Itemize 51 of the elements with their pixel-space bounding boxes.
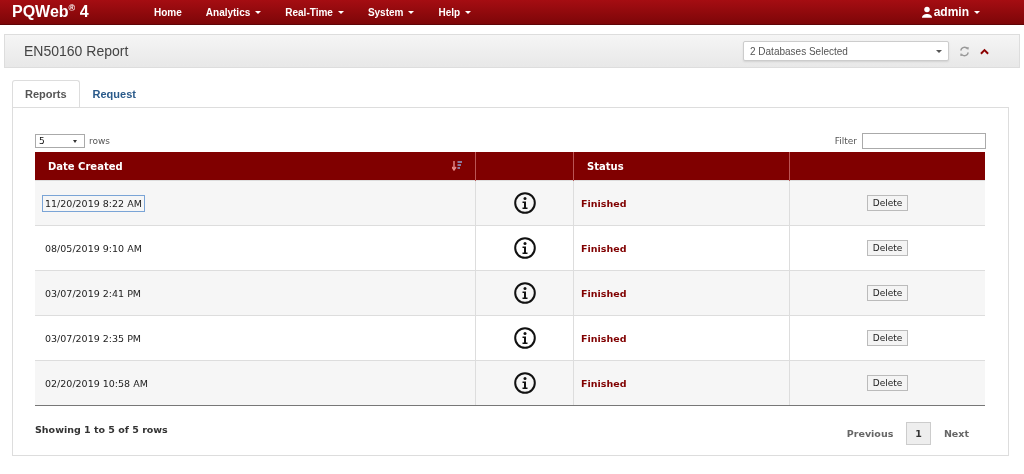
status-text: Finished — [581, 197, 627, 209]
database-select[interactable]: 2 Databases Selected — [743, 41, 949, 61]
info-icon[interactable] — [513, 372, 536, 394]
row-summary: Showing 1 to 5 of 5 rows — [35, 424, 168, 435]
delete-button[interactable]: Delete — [866, 285, 909, 301]
delete-button[interactable]: Delete — [866, 330, 909, 346]
status-text: Finished — [581, 287, 627, 299]
date-cell-text: 03/07/2019 2:35 PM — [44, 331, 143, 346]
collapse-icon[interactable] — [980, 47, 989, 55]
menu-item[interactable]: System — [355, 6, 427, 18]
user-menu[interactable]: admin — [913, 5, 988, 19]
status-text: Finished — [581, 242, 627, 254]
menu-item[interactable]: Help — [426, 6, 484, 18]
caret-icon — [408, 10, 415, 14]
tab[interactable]: Request — [79, 80, 149, 107]
caret-icon — [337, 10, 344, 14]
menu-item[interactable]: Analytics — [193, 6, 274, 18]
rows-label: rows — [89, 136, 111, 146]
date-cell: 11/20/2019 8:22 AM — [42, 194, 145, 212]
column-header[interactable]: Status — [573, 152, 790, 181]
page-link[interactable]: 1 — [906, 422, 931, 445]
tab[interactable]: Reports — [12, 80, 80, 107]
filter-label: Filter — [834, 136, 857, 146]
column-title: Date Created — [48, 160, 123, 172]
filter-field[interactable] — [862, 133, 986, 149]
info-icon[interactable] — [513, 192, 536, 214]
date-cell-text: 02/20/2019 10:58 AM — [44, 376, 149, 391]
date-cell-text: 03/07/2019 2:41 PM — [44, 286, 143, 301]
user-icon — [921, 6, 932, 18]
menu-item[interactable]: Real-Time — [273, 6, 356, 18]
delete-button[interactable]: Delete — [866, 375, 909, 391]
brand-logo[interactable]: PQWeb$^{®}$ 4 — [0, 2, 142, 22]
info-icon[interactable] — [513, 282, 536, 304]
panel-title: EN50160 Report — [23, 43, 129, 59]
menu-item[interactable]: Home — [142, 6, 194, 18]
date-cell-text: 08/05/2019 9:10 AM — [44, 241, 143, 256]
caret-icon — [255, 10, 262, 14]
caret-icon — [73, 139, 77, 143]
sort-icon[interactable] — [452, 160, 462, 171]
caret-icon — [465, 10, 472, 14]
delete-button[interactable]: Delete — [866, 240, 909, 256]
caret-icon — [974, 10, 980, 14]
status-text: Finished — [581, 332, 627, 344]
page-link[interactable]: Previous — [837, 422, 903, 445]
page-size-select[interactable]: 5 — [35, 134, 85, 148]
status-text: Finished — [581, 377, 627, 389]
info-icon[interactable] — [513, 327, 536, 349]
delete-button[interactable]: Delete — [866, 195, 909, 211]
info-icon[interactable] — [513, 237, 536, 259]
page-link[interactable]: Next — [934, 422, 978, 445]
caret-icon — [936, 49, 942, 53]
